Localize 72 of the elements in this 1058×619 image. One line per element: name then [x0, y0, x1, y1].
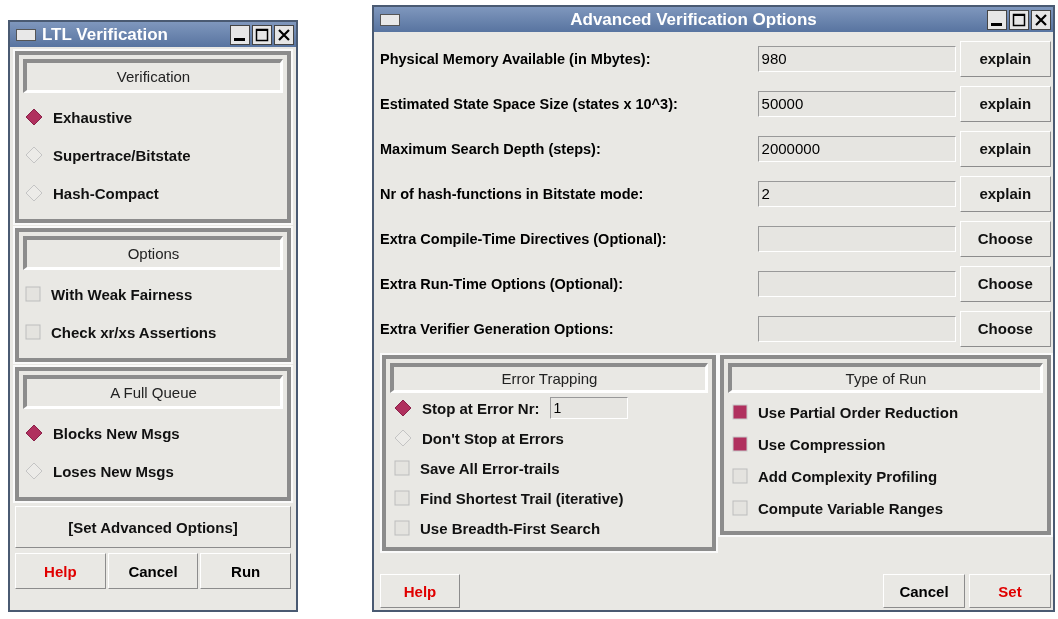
option-label: Hash-Compact: [53, 184, 159, 202]
dialog-button[interactable]: Cancel: [107, 553, 199, 589]
group-title: Error Trapping: [390, 363, 708, 393]
dialog-button[interactable]: Help: [15, 553, 106, 589]
group-title: Options: [23, 236, 283, 270]
option-label: Find Shortest Trail (iterative): [420, 489, 624, 507]
checkbox[interactable]: [394, 520, 410, 536]
checkbox[interactable]: [732, 468, 748, 484]
dialog-button[interactable]: Cancel: [883, 574, 965, 608]
minimize-icon[interactable]: [230, 24, 250, 45]
field-button[interactable]: Choose: [959, 265, 1051, 302]
option-label: Check xr/xs Assertions: [51, 323, 217, 341]
option-label: Use Compression: [758, 435, 886, 453]
input-field[interactable]: 50000: [757, 90, 956, 117]
field-button[interactable]: explain: [959, 175, 1051, 212]
window-title: Advanced Verification Options: [569, 9, 818, 30]
group-title: Type of Run: [728, 363, 1043, 393]
field-button[interactable]: Choose: [959, 310, 1051, 347]
group-title: Verification: [23, 59, 283, 93]
option-label: With Weak Fairness: [51, 285, 193, 303]
close-icon[interactable]: [1031, 9, 1051, 30]
option-label: Add Complexity Profiling: [758, 467, 938, 485]
radio-button[interactable]: [394, 399, 412, 417]
group-title: A Full Queue: [23, 375, 283, 409]
option-label: Save All Error-trails: [420, 459, 560, 477]
dialog-button[interactable]: Help: [380, 574, 460, 608]
checkbox[interactable]: [25, 286, 41, 302]
field-label: Nr of hash-functions in Bitstate mode:: [380, 185, 645, 202]
dialog-button[interactable]: Run: [200, 553, 291, 589]
checkbox[interactable]: [394, 490, 410, 506]
field-button[interactable]: Choose: [959, 220, 1051, 257]
radio-button[interactable]: [25, 424, 43, 442]
field-label: Estimated State Space Size (states x 10^3):: [380, 95, 679, 112]
input-field[interactable]: 2: [757, 180, 956, 207]
window-menu-icon[interactable]: [16, 28, 36, 41]
option-label: Loses New Msgs: [53, 462, 174, 480]
field-label: Extra Compile-Time Directives (Optional):: [380, 230, 668, 247]
field-button[interactable]: explain: [959, 85, 1051, 122]
input-field[interactable]: [757, 225, 956, 252]
field-label: Maximum Search Depth (steps):: [380, 140, 602, 157]
input-field[interactable]: [757, 270, 956, 297]
radio-button[interactable]: [25, 108, 43, 126]
set-advanced-options-button[interactable]: [Set Advanced Options]: [15, 506, 291, 548]
error-number-field[interactable]: 1: [549, 397, 628, 419]
maximize-icon[interactable]: [252, 24, 272, 45]
checkbox[interactable]: [25, 324, 41, 340]
option-label: Exhaustive: [53, 108, 133, 126]
option-label: Use Partial Order Reduction: [758, 403, 959, 421]
option-label: Don't Stop at Errors: [422, 429, 564, 447]
field-button[interactable]: explain: [959, 40, 1051, 77]
minimize-icon[interactable]: [987, 9, 1007, 30]
option-label: Compute Variable Ranges: [758, 499, 944, 517]
field-label: Extra Run-Time Options (Optional):: [380, 275, 624, 292]
dialog-button[interactable]: Set: [969, 574, 1051, 608]
checkbox[interactable]: [732, 500, 748, 516]
close-icon[interactable]: [274, 24, 294, 45]
checkbox[interactable]: [394, 460, 410, 476]
option-label: Blocks New Msgs: [53, 424, 180, 442]
field-label: Physical Memory Available (in Mbytes):: [380, 50, 652, 67]
option-label: Use Breadth-First Search: [420, 519, 601, 537]
field-label: Extra Verifier Generation Options:: [380, 320, 615, 337]
checkbox[interactable]: [732, 436, 748, 452]
option-label: Supertrace/Bitstate: [53, 146, 191, 164]
field-button[interactable]: explain: [959, 130, 1051, 167]
input-field[interactable]: [757, 315, 956, 342]
maximize-icon[interactable]: [1009, 9, 1029, 30]
window-menu-icon[interactable]: [380, 13, 400, 26]
input-field[interactable]: 980: [757, 45, 956, 72]
option-label: Stop at Error Nr:: [422, 399, 540, 417]
window-title: LTL Verification: [42, 24, 169, 45]
input-field[interactable]: 2000000: [757, 135, 956, 162]
checkbox[interactable]: [732, 404, 748, 420]
